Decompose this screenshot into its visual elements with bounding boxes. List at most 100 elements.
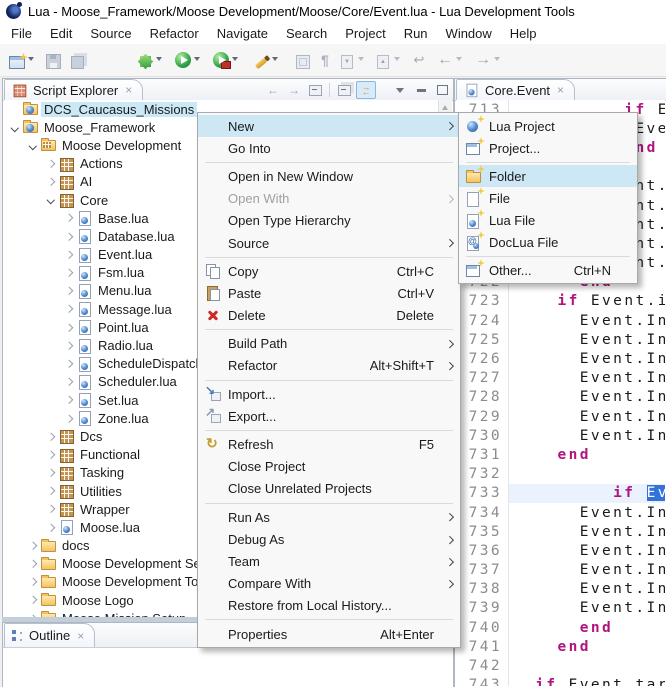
line-number[interactable]: 737 [456, 562, 508, 578]
chevron-collapsed-icon[interactable] [44, 179, 58, 185]
chevron-collapsed-icon[interactable] [44, 161, 58, 167]
line-number[interactable]: 729 [456, 409, 508, 425]
new-wizard-dropdown[interactable] [28, 57, 34, 61]
menubar-item-navigate[interactable]: Navigate [208, 24, 277, 43]
chevron-collapsed-icon[interactable] [44, 434, 58, 440]
menu-item-paste[interactable]: PasteCtrl+V [198, 282, 460, 304]
next-annotation-dropdown[interactable] [358, 57, 364, 61]
line-number[interactable]: 740 [456, 620, 508, 636]
chevron-collapsed-icon[interactable] [62, 397, 76, 403]
view-menu-icon[interactable] [391, 82, 409, 98]
collapse-all-icon[interactable] [335, 82, 353, 98]
menubar-item-source[interactable]: Source [81, 24, 140, 43]
menu-item-lua-file[interactable]: Lua File [459, 209, 637, 231]
line-number[interactable]: 734 [456, 505, 508, 521]
chevron-collapsed-icon[interactable] [44, 452, 58, 458]
code-line-738[interactable]: 738 Event.IniUnitName = Event.IniDCSUnit… [456, 580, 665, 599]
run-dropdown[interactable] [194, 57, 200, 61]
code-line-743[interactable]: 743 if Event.target then [456, 676, 665, 686]
menubar-item-file[interactable]: File [2, 24, 41, 43]
close-icon[interactable]: × [557, 83, 564, 97]
tab-script-explorer[interactable]: Script Explorer × [4, 79, 143, 100]
code-line-739[interactable]: 739 Event.IniUnit = UNIT:FindByName( Eve… [456, 599, 665, 618]
last-edit-location-button[interactable]: ↩ [408, 48, 430, 72]
chevron-collapsed-icon[interactable] [62, 325, 76, 331]
code-line-730[interactable]: 730 Event.IniGroupName = Event.IniDCSGro… [456, 426, 665, 445]
chevron-collapsed-icon[interactable] [26, 597, 40, 603]
menu-item-run-as[interactable]: Run As [198, 506, 460, 528]
menu-item-folder[interactable]: Folder [459, 165, 637, 187]
line-number[interactable]: 732 [456, 466, 508, 482]
prev-annotation-button[interactable]: ▲ [372, 48, 394, 72]
line-number[interactable]: 736 [456, 543, 508, 559]
code-line-741[interactable]: 741 end [456, 637, 665, 656]
line-number[interactable]: 738 [456, 581, 508, 597]
line-number[interactable]: 725 [456, 332, 508, 348]
menu-item-team[interactable]: Team [198, 550, 460, 572]
menu-item-go-into[interactable]: Go Into [198, 137, 460, 159]
menu-item-restore-from-local-history[interactable]: Restore from Local History... [198, 595, 460, 617]
debug-dropdown[interactable] [156, 57, 162, 61]
code-line-723[interactable]: 723 if Event.initiator and Event.initiat… [456, 292, 665, 311]
chevron-collapsed-icon[interactable] [44, 488, 58, 494]
code-line-728[interactable]: 728 Event.IniDCSGroup = Event.IniDCSUnit… [456, 388, 665, 407]
run-button[interactable] [172, 48, 194, 72]
menu-item-source[interactable]: Source [198, 232, 460, 254]
menu-item-project[interactable]: Project... [459, 137, 637, 159]
chevron-expanded-icon[interactable] [26, 143, 40, 149]
chevron-collapsed-icon[interactable] [62, 306, 76, 312]
menu-item-copy[interactable]: CopyCtrl+C [198, 260, 460, 282]
new-wizard-button[interactable] [6, 48, 28, 72]
line-number[interactable]: 730 [456, 428, 508, 444]
close-icon[interactable]: × [125, 83, 132, 97]
line-number[interactable]: 724 [456, 313, 508, 329]
code-line-733[interactable]: 733 if Event.IniDCSGroup and Event.IniDC… [456, 484, 665, 503]
line-number[interactable]: 733 [456, 485, 508, 501]
menu-item-compare-with[interactable]: Compare With [198, 573, 460, 595]
chevron-collapsed-icon[interactable] [62, 288, 76, 294]
menu-item-import[interactable]: Import... [198, 383, 460, 405]
maximize-icon[interactable] [433, 82, 451, 98]
line-number[interactable]: 727 [456, 370, 508, 386]
external-tools-button[interactable] [210, 48, 232, 72]
line-number[interactable]: 741 [456, 639, 508, 655]
code-line-740[interactable]: 740 end [456, 618, 665, 637]
menubar-item-refactor[interactable]: Refactor [141, 24, 208, 43]
chevron-collapsed-icon[interactable] [62, 234, 76, 240]
menu-item-debug-as[interactable]: Debug As [198, 528, 460, 550]
go-up-icon[interactable] [306, 82, 324, 98]
minimize-icon[interactable] [412, 82, 430, 98]
line-number[interactable]: 728 [456, 389, 508, 405]
code-line-724[interactable]: 724 Event.IniDCSUnit = Event.initiator [456, 311, 665, 330]
menu-item-open-type-hierarchy[interactable]: Open Type Hierarchy [198, 210, 460, 232]
chevron-collapsed-icon[interactable] [62, 252, 76, 258]
prev-annotation-dropdown[interactable] [394, 57, 400, 61]
menubar-item-search[interactable]: Search [277, 24, 336, 43]
tab-outline[interactable]: Outline × [4, 623, 95, 647]
line-number[interactable]: 726 [456, 351, 508, 367]
chevron-expanded-icon[interactable] [8, 125, 22, 131]
code-line-732[interactable]: 732 [456, 465, 665, 484]
code-line-725[interactable]: 725 Event.IniDCSUnitName = Event.IniDCSU… [456, 330, 665, 349]
chevron-collapsed-icon[interactable] [44, 506, 58, 512]
code-line-726[interactable]: 726 Event.IniUnitName = Event.IniDCSUnit… [456, 349, 665, 368]
line-number[interactable]: 742 [456, 658, 508, 674]
chevron-collapsed-icon[interactable] [62, 270, 76, 276]
show-whitespace-button[interactable]: ¶ [314, 48, 336, 72]
open-element-button[interactable] [292, 48, 314, 72]
code-line-736[interactable]: 736 Event.IniGroup = GROUP:FindByName( E… [456, 541, 665, 560]
menu-item-new[interactable]: New [198, 115, 460, 137]
menu-item-close-project[interactable]: Close Project [198, 456, 460, 478]
chevron-collapsed-icon[interactable] [26, 543, 40, 549]
menu-item-refactor[interactable]: RefactorAlt+Shift+T [198, 355, 460, 377]
brush-button[interactable] [250, 48, 272, 72]
menu-item-open-with[interactable]: Open With [198, 188, 460, 210]
menubar-item-edit[interactable]: Edit [41, 24, 81, 43]
back-button[interactable]: ← [434, 48, 456, 72]
chevron-collapsed-icon[interactable] [44, 470, 58, 476]
line-number[interactable]: 735 [456, 524, 508, 540]
tab-core-event[interactable]: Core.Event × [456, 79, 575, 100]
code-line-729[interactable]: 729 Event.IniDCSGroupName = Event.IniDCS… [456, 407, 665, 426]
link-with-editor-icon[interactable]: →← [356, 81, 376, 99]
menu-item-refresh[interactable]: RefreshF5 [198, 433, 460, 455]
